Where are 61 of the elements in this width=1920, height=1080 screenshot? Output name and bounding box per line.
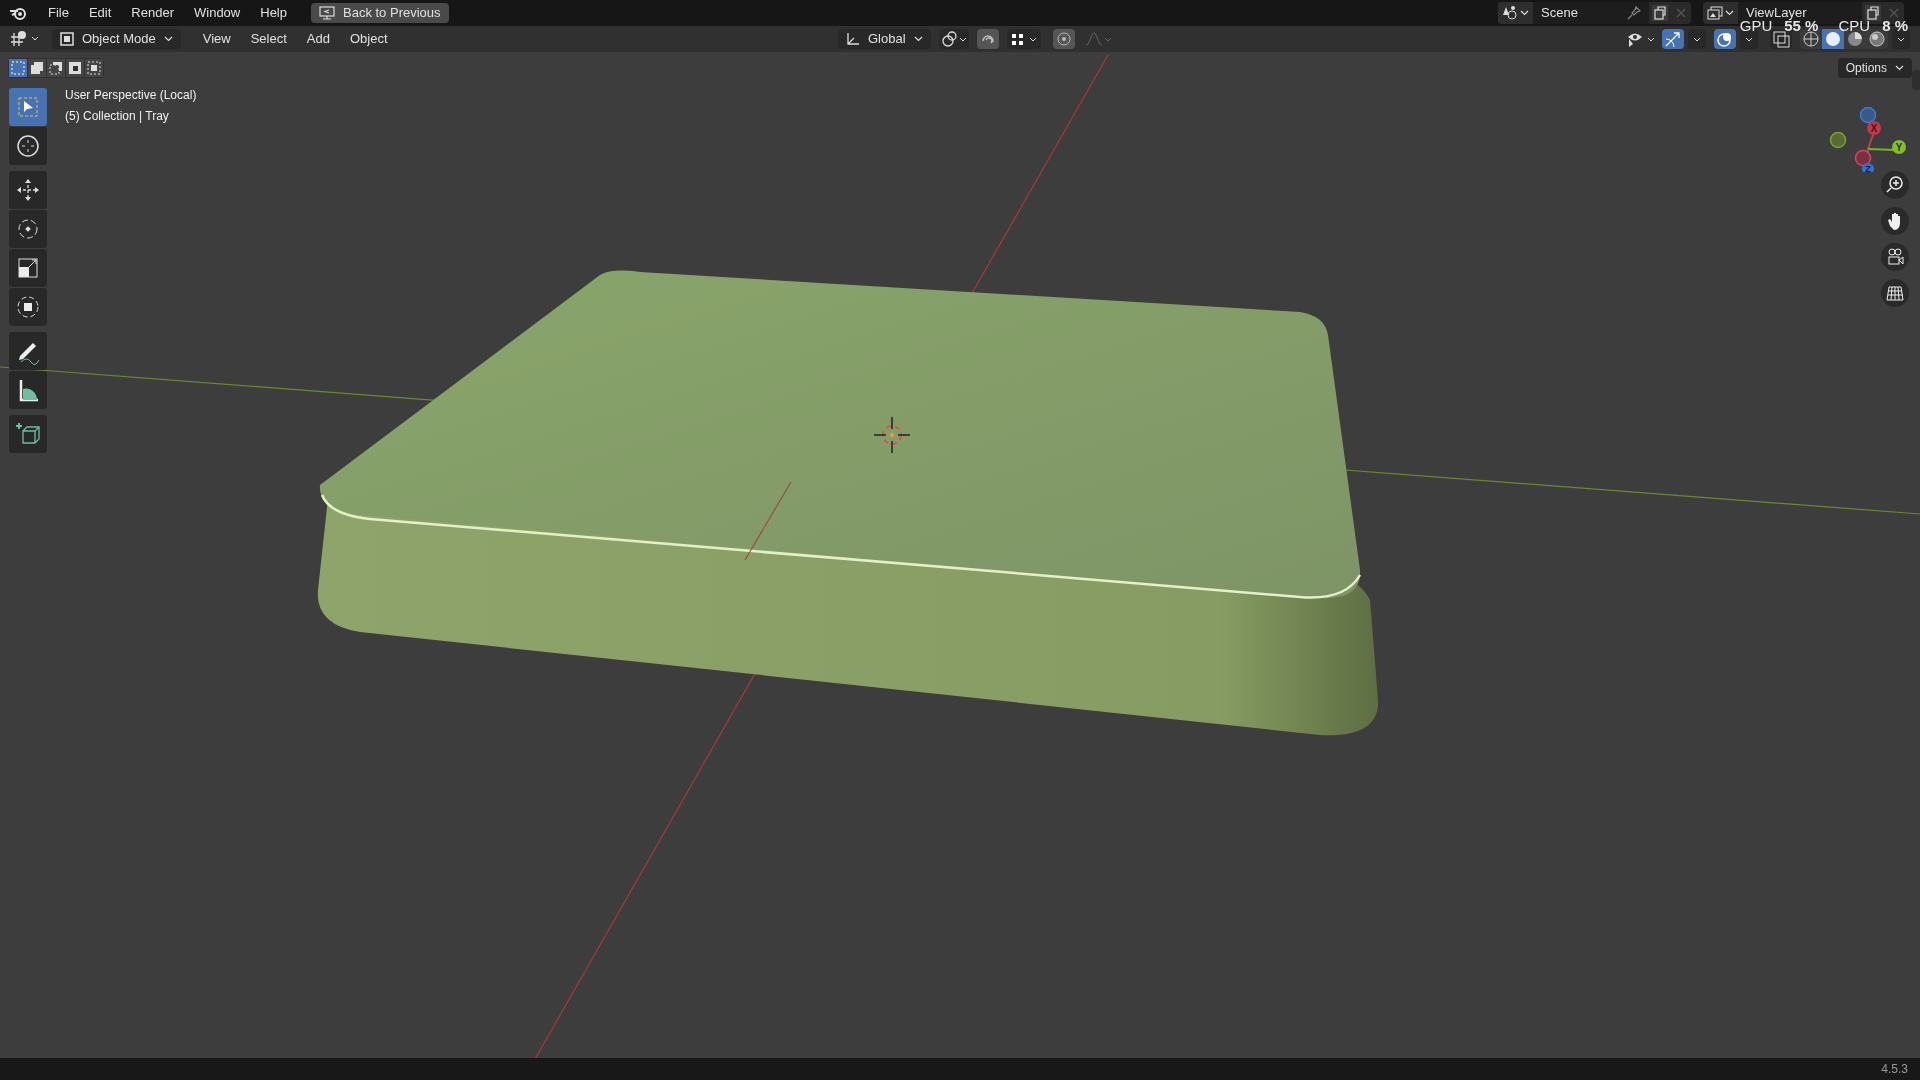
orientation-dropdown[interactable]: Global [838,29,931,49]
monitor-icon [319,6,335,20]
caret-icon [913,36,923,42]
select-mode-invert-icon[interactable] [66,59,84,77]
scene-field[interactable]: Scene [1533,2,1649,24]
view-layer-type-button[interactable] [1703,2,1738,24]
select-mode-intersect-icon[interactable] [85,59,103,77]
shading-solid-icon[interactable] [1822,29,1844,49]
duplicate-icon[interactable] [1649,2,1671,24]
caret-icon [1520,10,1529,16]
shading-wireframe-icon[interactable] [1800,29,1822,49]
overlays-toggle-icon[interactable] [1714,29,1736,49]
app-logo-icon[interactable] [8,5,28,21]
viewport-info-text: (5) Collection | Tray [65,108,170,125]
menu-item[interactable]: Object [339,29,398,49]
mode-dropdown[interactable]: Object Mode [52,29,181,49]
axes-icon [846,32,860,46]
grid-view-icon[interactable] [1880,278,1910,308]
version-text: 4.5.3 [1881,1061,1908,1078]
options-dropdown[interactable]: Options [1837,58,1912,78]
object-mode-icon [60,32,74,46]
tool-move-icon[interactable] [9,171,47,209]
caret-icon [1725,10,1734,16]
back-button[interactable]: Back to Previous [311,3,449,23]
hand-icon[interactable] [1880,206,1910,236]
select-mode-extend-icon[interactable] [28,59,46,77]
menu-item[interactable]: Edit [80,1,120,25]
zoom-icon[interactable] [1880,170,1910,200]
pin-icon[interactable] [1627,6,1641,20]
viewport-info-text: User Perspective (Local) [65,87,197,104]
shading-rendered-icon[interactable] [1866,29,1888,49]
origin-cursor-icon [873,416,911,454]
tool-measure-icon[interactable] [9,371,47,409]
menu-item[interactable]: Render [123,1,182,25]
stat-value: 8 % [1882,18,1908,33]
navigation-gizmo[interactable]: X Y Z [1820,92,1920,172]
tool-add-cube-icon[interactable] [9,415,47,453]
view-layer-icon [1707,6,1723,20]
scene-type-button[interactable] [1498,2,1533,24]
shading-material-icon[interactable] [1844,29,1866,49]
tool-annotate-icon[interactable] [9,332,47,370]
tool-transform-icon[interactable] [9,288,47,326]
magnet-icon[interactable] [976,29,999,49]
menu-item[interactable]: Window [186,1,249,25]
tool-select-icon[interactable] [9,88,47,126]
menu-item[interactable]: Select [240,29,297,49]
select-mode-subtract-icon[interactable] [47,59,65,77]
caret-icon [1895,65,1904,71]
gizmo-toggle-icon[interactable] [1662,29,1684,49]
proportional-edit-icon[interactable] [1052,29,1075,49]
scene-icon [1502,6,1518,20]
tool-scale-icon[interactable] [9,249,47,287]
camera-icon[interactable] [1880,242,1910,272]
caret-icon [163,36,173,42]
xray-toggle-icon[interactable] [1770,29,1792,49]
tool-rotate-icon[interactable] [9,210,47,248]
tool-cursor-icon[interactable] [9,127,47,165]
menu-item[interactable]: Add [296,29,340,49]
menu-item[interactable]: Help [252,1,295,25]
menu-item[interactable]: View [192,29,241,49]
menu-item[interactable]: File [40,1,77,25]
